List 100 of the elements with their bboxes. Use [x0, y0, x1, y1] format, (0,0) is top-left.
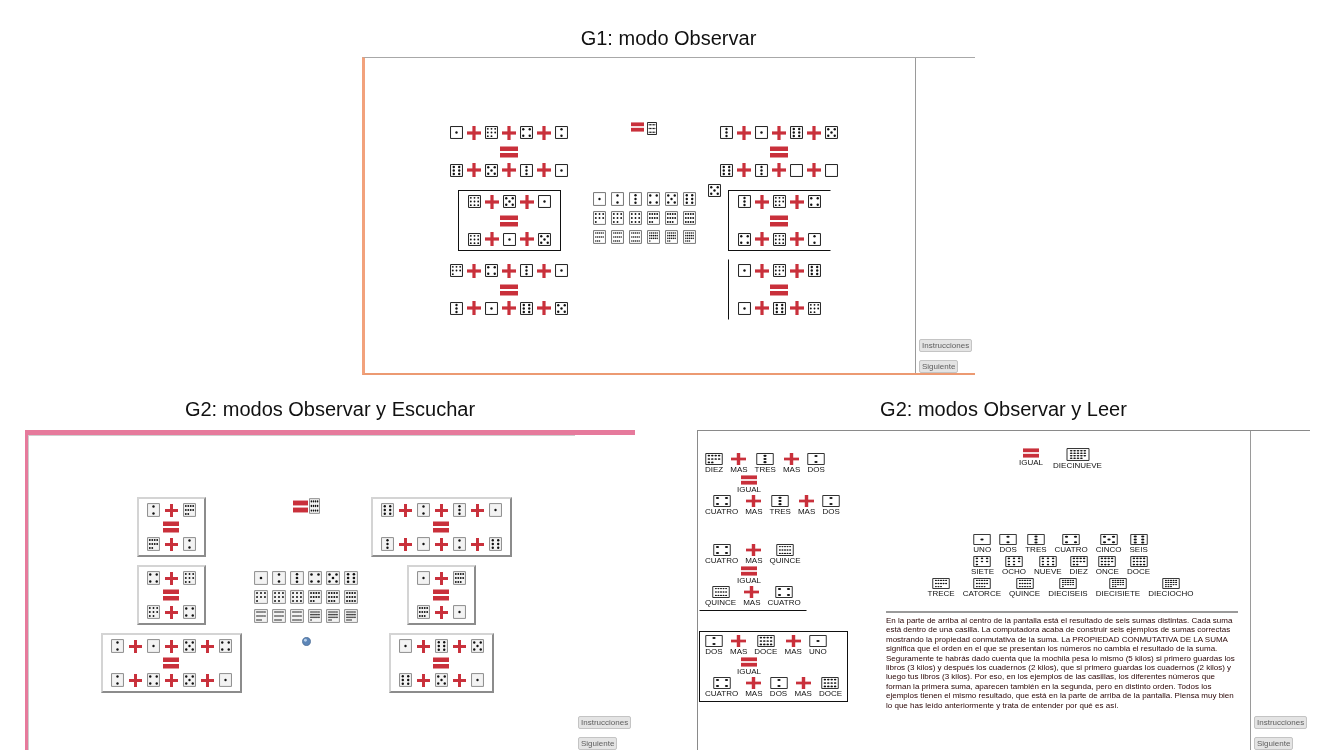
app-button[interactable]: Instrucciones: [1254, 716, 1308, 729]
plus-word: MAS: [797, 507, 816, 516]
plus-icon: [784, 453, 800, 465]
die-icon[interactable]: [682, 192, 696, 206]
die-icon: [452, 605, 466, 619]
die-icon[interactable]: [646, 211, 660, 225]
equals-icon: [770, 283, 788, 296]
die-icon[interactable]: [1161, 578, 1180, 589]
die-icon[interactable]: [932, 578, 951, 589]
die-icon[interactable]: [1038, 556, 1057, 567]
die-icon: [182, 639, 196, 653]
plus-icon: [746, 677, 762, 689]
app-button[interactable]: Siguiente: [1254, 737, 1294, 750]
die-icon[interactable]: [290, 571, 304, 585]
die-icon: [416, 571, 430, 585]
die-icon[interactable]: [628, 192, 642, 206]
die-icon[interactable]: [664, 192, 678, 206]
die-icon: [470, 673, 484, 687]
die-icon[interactable]: [308, 609, 322, 623]
die-icon[interactable]: [254, 590, 268, 604]
die-icon[interactable]: [272, 590, 286, 604]
number-word: TRES: [1025, 545, 1047, 554]
number-word: CUATRO: [705, 689, 739, 698]
die-icon[interactable]: [1108, 578, 1127, 589]
die-icon: [737, 232, 751, 246]
die-icon: [182, 537, 196, 551]
die-icon: [807, 301, 821, 315]
die-icon[interactable]: [646, 192, 660, 206]
die-icon: [502, 232, 516, 246]
die-icon: [711, 586, 730, 598]
app-button[interactable]: Instrucciones: [578, 716, 632, 729]
plus-icon: [754, 263, 769, 278]
die-icon[interactable]: [326, 571, 340, 585]
die-icon[interactable]: [344, 571, 358, 585]
die-icon[interactable]: [664, 211, 678, 225]
die-icon[interactable]: [1015, 578, 1034, 589]
die-icon[interactable]: [308, 590, 322, 604]
plus-icon: [434, 571, 448, 585]
number-word: ONCE: [1095, 567, 1119, 576]
plus-icon: [200, 639, 214, 653]
die-icon[interactable]: [1098, 556, 1117, 567]
sphere-icon[interactable]: [301, 637, 311, 646]
plus-icon: [484, 194, 499, 209]
equals-icon: [741, 475, 757, 485]
die-icon[interactable]: [1099, 534, 1118, 545]
plus-icon: [164, 503, 178, 517]
die-icon[interactable]: [326, 609, 340, 623]
die-icon[interactable]: [1129, 534, 1148, 545]
die-icon: [756, 635, 775, 647]
die-icon[interactable]: [682, 230, 696, 244]
die-icon[interactable]: [973, 534, 992, 545]
equals-icon: [163, 657, 179, 669]
plus-icon: [799, 495, 815, 507]
number-word: DOS: [807, 465, 825, 474]
plus-icon: [754, 301, 769, 315]
die-icon[interactable]: [664, 230, 678, 244]
die-icon[interactable]: [592, 211, 606, 225]
die-icon[interactable]: [628, 211, 642, 225]
die-icon: [772, 195, 786, 208]
die-icon[interactable]: [1058, 578, 1077, 589]
app-button[interactable]: Siguiente: [578, 737, 618, 750]
app-button[interactable]: Siguiente: [919, 360, 959, 373]
die-icon[interactable]: [1005, 556, 1024, 567]
die-icon[interactable]: [1062, 534, 1081, 545]
die-icon[interactable]: [290, 590, 304, 604]
die-icon[interactable]: [610, 211, 624, 225]
plus-icon: [200, 673, 214, 687]
die-icon: [502, 195, 516, 208]
plus-icon: [470, 537, 484, 551]
number-word: DOS: [999, 545, 1017, 554]
die-icon: [712, 677, 731, 689]
die-icon[interactable]: [610, 192, 624, 206]
plus-icon: [502, 263, 516, 278]
die-icon[interactable]: [707, 184, 721, 197]
equals-icon: [500, 145, 518, 158]
die-icon: [712, 495, 731, 507]
die-icon[interactable]: [344, 609, 358, 623]
die-icon: [555, 126, 568, 139]
die-icon[interactable]: [1026, 534, 1045, 545]
app-button[interactable]: Instrucciones: [919, 339, 973, 352]
die-icon[interactable]: [682, 211, 696, 225]
die-icon: [772, 232, 786, 246]
die-icon: [737, 264, 751, 277]
die-icon[interactable]: [1129, 556, 1148, 567]
die-icon[interactable]: [1069, 556, 1088, 567]
die-icon: [821, 677, 840, 689]
die-icon[interactable]: [973, 556, 992, 567]
number-word: QUINCE: [769, 556, 801, 565]
die-icon[interactable]: [972, 578, 991, 589]
die-icon[interactable]: [308, 571, 322, 585]
die-icon: [308, 498, 320, 514]
die-icon: [822, 495, 841, 507]
die-icon: [520, 163, 533, 177]
die-icon[interactable]: [326, 590, 340, 604]
die-icon[interactable]: [344, 590, 358, 604]
die-icon: [416, 537, 430, 551]
die-icon[interactable]: [999, 534, 1018, 545]
plus-icon: [519, 232, 534, 246]
figure-caption: G2: modos Observar y Escuchar: [184, 397, 476, 422]
die-icon[interactable]: [646, 230, 660, 244]
